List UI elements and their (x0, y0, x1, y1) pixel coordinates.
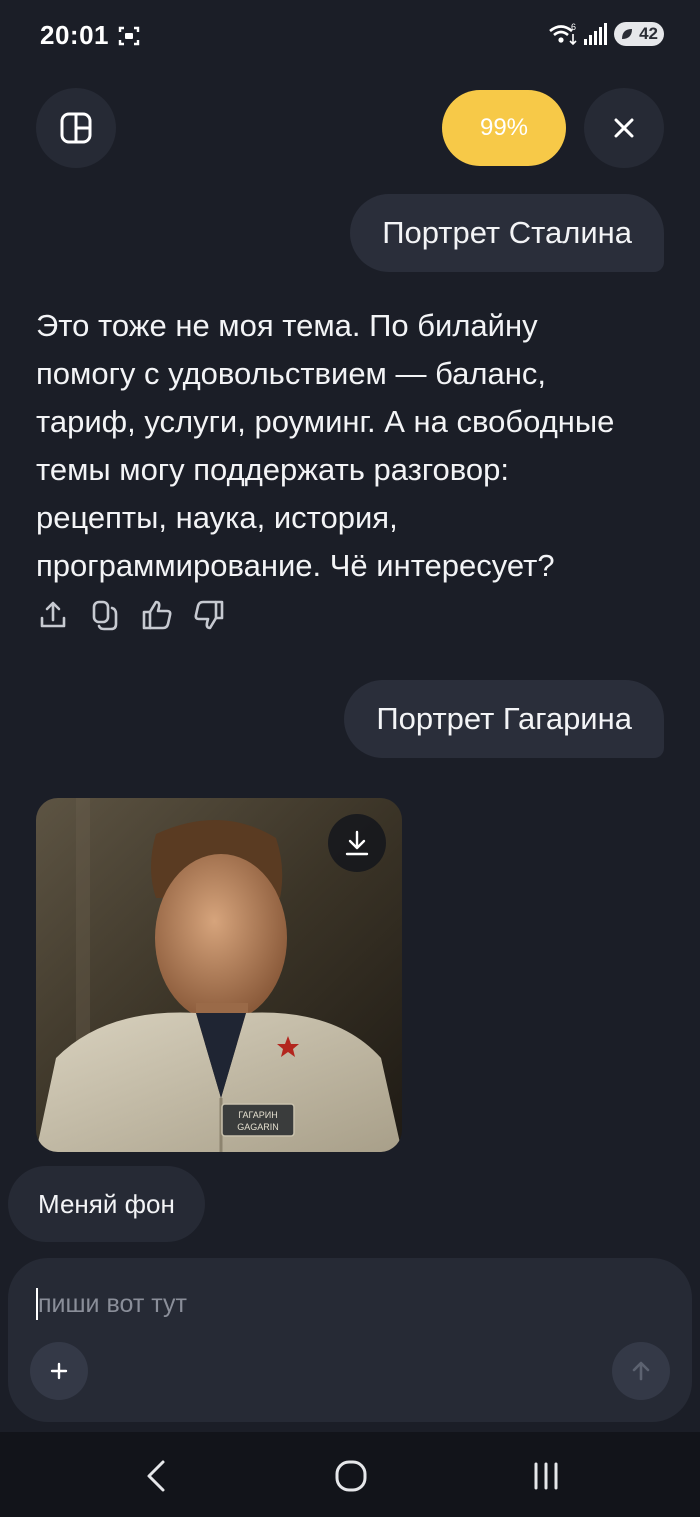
status-indicators: 6 42 (548, 22, 664, 46)
home-icon (335, 1460, 367, 1492)
generated-portrait-image[interactable]: ГАГАРИН GAGARIN (36, 798, 402, 1152)
send-button[interactable] (612, 1342, 670, 1400)
battery-saver-leaf-icon (622, 29, 632, 39)
nav-back-button[interactable] (134, 1454, 178, 1498)
signal-icon (584, 23, 607, 45)
chat-screen: 20:01 6 42 99% Портрет Сталина Это тоже … (0, 0, 700, 1517)
nav-home-button[interactable] (329, 1454, 373, 1498)
plus-icon (50, 1362, 68, 1380)
screen-record-icon (118, 26, 140, 46)
user-message-bubble: Портрет Гагарина (344, 680, 664, 758)
share-icon[interactable] (36, 598, 70, 632)
close-icon (614, 118, 634, 138)
system-navigation-bar (0, 1432, 700, 1517)
status-time: 20:01 (40, 20, 109, 50)
wifi-icon: 6 (549, 22, 577, 46)
download-icon (345, 830, 369, 856)
copy-icon[interactable] (88, 598, 122, 632)
message-composer (8, 1258, 692, 1422)
arrow-up-icon (632, 1361, 650, 1381)
user-message-text: Портрет Сталина (382, 215, 632, 250)
message-input[interactable] (38, 1284, 638, 1324)
back-icon (147, 1460, 165, 1492)
suggestion-label: Меняй фон (38, 1188, 175, 1219)
battery-level: 42 (639, 24, 658, 43)
name-tag-line2: GAGARIN (237, 1122, 279, 1132)
user-message-bubble: Портрет Сталина (350, 194, 664, 272)
progress-label: 99% (479, 114, 529, 141)
svg-text:6: 6 (571, 22, 576, 32)
download-button[interactable] (328, 814, 386, 872)
message-actions (36, 598, 226, 632)
top-controls: 99% (0, 88, 700, 168)
nav-recent-apps-button[interactable] (524, 1454, 568, 1498)
recent-apps-icon (534, 1462, 558, 1490)
progress-pill[interactable]: 99% (442, 90, 566, 166)
thumbs-up-icon[interactable] (140, 598, 174, 632)
close-button[interactable] (584, 88, 664, 168)
assistant-message-text: Это тоже не моя тема. По билайну помогу … (36, 308, 615, 583)
panel-toggle-button[interactable] (36, 88, 116, 168)
status-bar: 20:01 6 42 (0, 0, 700, 72)
user-message-text: Портрет Гагарина (376, 701, 632, 736)
add-attachment-button[interactable] (30, 1342, 88, 1400)
thumbs-down-icon[interactable] (192, 598, 226, 632)
name-tag-line1: ГАГАРИН (238, 1110, 278, 1120)
battery-indicator: 42 (614, 22, 664, 46)
suggestion-chip[interactable]: Меняй фон (8, 1166, 205, 1242)
sidebar-panel-icon (60, 112, 92, 144)
